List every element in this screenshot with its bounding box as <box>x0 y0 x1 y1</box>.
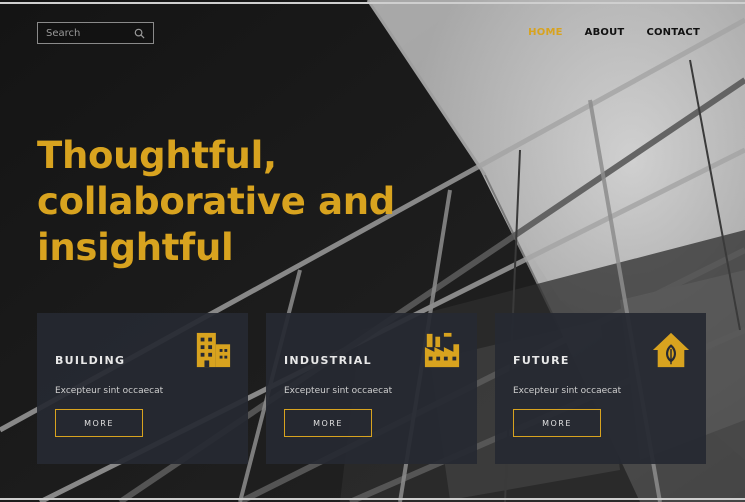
search-icon[interactable] <box>133 27 145 39</box>
building-icon <box>196 332 231 368</box>
hero-headline: Thoughtful, collaborative and insightful <box>37 134 395 269</box>
factory-icon <box>424 332 460 368</box>
card-text: Excepteur sint occaecat <box>284 386 393 396</box>
card-text: Excepteur sint occaecat <box>55 386 164 396</box>
feature-cards: BUILDING Excepteur sint occaecat MORE IN… <box>37 313 706 464</box>
card-industrial: INDUSTRIAL Excepteur sint occaecat MORE <box>266 313 477 464</box>
main-nav: HOME ABOUT CONTACT <box>528 27 700 38</box>
more-button[interactable]: MORE <box>284 409 372 437</box>
card-building: BUILDING Excepteur sint occaecat MORE <box>37 313 248 464</box>
search-input[interactable] <box>46 27 133 39</box>
more-button[interactable]: MORE <box>513 409 601 437</box>
search-box[interactable] <box>37 22 154 44</box>
nav-contact-link[interactable]: CONTACT <box>646 27 700 38</box>
card-text: Excepteur sint occaecat <box>513 386 622 396</box>
more-button[interactable]: MORE <box>55 409 143 437</box>
eco-house-icon <box>652 332 690 368</box>
card-future: FUTURE Excepteur sint occaecat MORE <box>495 313 706 464</box>
nav-about-link[interactable]: ABOUT <box>585 27 625 38</box>
nav-home-link[interactable]: HOME <box>528 27 562 38</box>
hero-section: HOME ABOUT CONTACT Thoughtful, collabora… <box>0 0 745 502</box>
